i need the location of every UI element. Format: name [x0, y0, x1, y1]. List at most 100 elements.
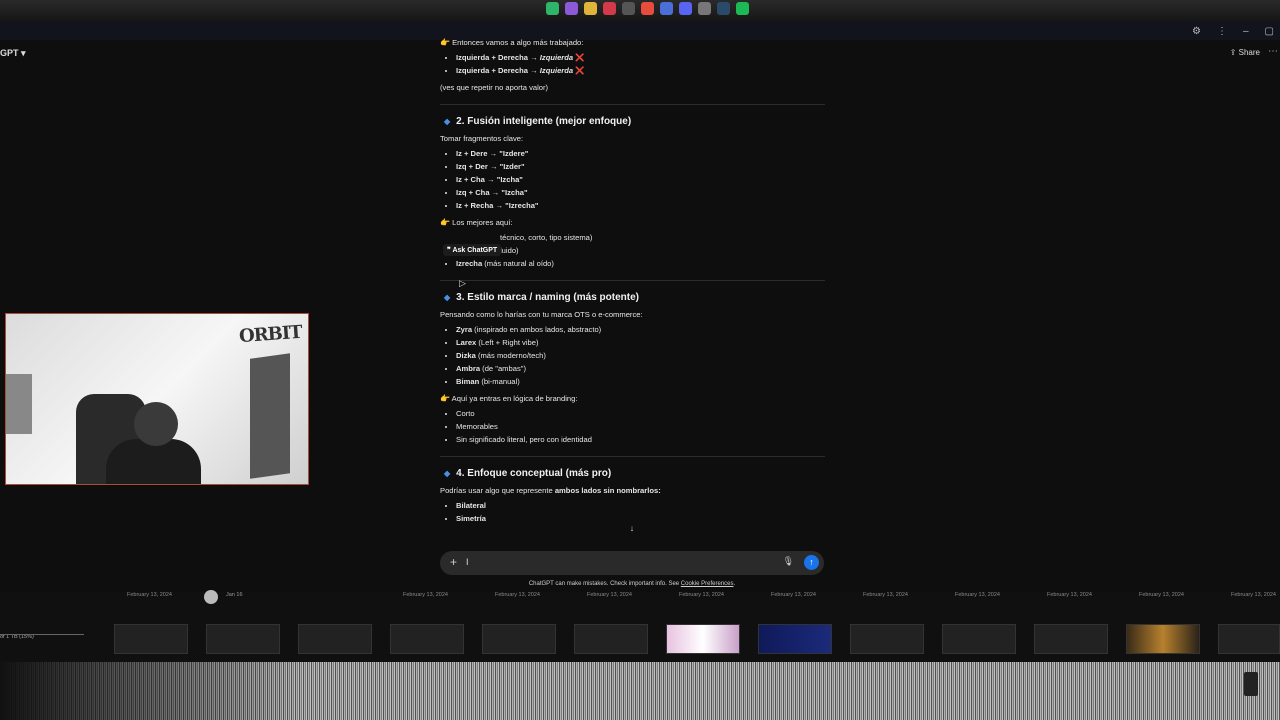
list-item: Corto: [456, 407, 825, 420]
section-lead: Pensando como lo harías con tu marca OTS…: [440, 310, 643, 319]
timeline-thumbnail[interactable]: [482, 624, 556, 654]
timeline-date: February 13, 2024: [403, 592, 448, 598]
timeline-date: February 13, 2024: [127, 592, 172, 598]
avatar: [204, 590, 218, 604]
timeline-date: February 13, 2024: [771, 592, 816, 598]
list-item: Izquierda + Derecha → Izquierda ❌: [456, 64, 825, 77]
model-selector[interactable]: GPT ▾: [0, 48, 26, 59]
monitor: [250, 353, 290, 479]
list-item: Biman (bi-manual): [456, 375, 825, 388]
timeline-date: February 13, 2024: [955, 592, 1000, 598]
cookie-preferences-link[interactable]: Cookie Preferences: [681, 581, 734, 587]
app-icon-blue[interactable]: [660, 2, 673, 15]
list-item: técnico, corto, tipo sistema): [500, 233, 593, 242]
list-item: Izrecha (más natural al oído): [456, 257, 825, 270]
chrome-icon[interactable]: [641, 2, 654, 15]
minimize-icon[interactable]: –: [1243, 26, 1249, 37]
divider: [440, 456, 825, 457]
message-input[interactable]: I: [466, 557, 469, 567]
timeline-date: February 13, 2024: [587, 592, 632, 598]
list-item: Ambra (de "ambas"): [456, 362, 825, 375]
bad-note: (ves que repetir no aporta valor): [440, 83, 549, 92]
section-heading: ◆ 4. Enfoque conceptual (más pro): [444, 468, 612, 479]
list-item: Zyra (inspirado en ambos lados, abstract…: [456, 323, 825, 336]
cross-icon: ❌: [575, 66, 585, 75]
disclaimer: ChatGPT can make mistakes. Check importa…: [528, 581, 736, 587]
maximize-icon[interactable]: ▢: [1265, 26, 1274, 37]
send-button[interactable]: ↑: [804, 555, 819, 570]
divider: [440, 104, 825, 105]
menu-icon[interactable]: ⋮: [1217, 26, 1227, 37]
bad-list: Izquierda + Derecha → Izquierda ❌ Izquie…: [440, 51, 825, 77]
pointing-hand-icon: 👉: [440, 38, 450, 47]
list-item: Iz + Dere → "Izdere": [456, 147, 825, 160]
section-heading: ◆ 3. Estilo marca / naming (más potente): [444, 292, 639, 303]
discord-icon[interactable]: [679, 2, 692, 15]
timeline-thumbnail[interactable]: [850, 624, 924, 654]
list-item: Izq + Der → "Izder": [456, 160, 825, 173]
timeline-thumbnail[interactable]: [298, 624, 372, 654]
timeline-thumbnail[interactable]: [574, 624, 648, 654]
intro-text: 👉 Entonces vamos a algo más trabajado:: [440, 38, 584, 47]
pointing-hand-icon: 👉: [440, 218, 450, 227]
orbit-logo: ORBIT: [238, 321, 303, 348]
divider: [440, 280, 825, 281]
timeline-thumbnail[interactable]: [1034, 624, 1108, 654]
app-icon-red[interactable]: [603, 2, 616, 15]
fusion-list: Iz + Dere → "Izdere" Izq + Der → "Izder"…: [440, 147, 825, 212]
share-button[interactable]: ⇪ Share: [1230, 48, 1260, 57]
scroll-down-icon[interactable]: ↓: [626, 523, 638, 535]
timeline-thumbnail[interactable]: [1218, 624, 1280, 654]
plus-icon[interactable]: +: [450, 555, 457, 569]
timeline-thumbnail[interactable]: [1126, 624, 1200, 654]
conversation: 👉 Entonces vamos a algo más trabajado: I…: [440, 36, 825, 529]
corner-logo-icon: [1244, 672, 1258, 696]
best-text: 👉 Los mejores aquí:: [440, 218, 513, 227]
timeline-thumbnail[interactable]: [942, 624, 1016, 654]
storage-bar: [0, 634, 84, 635]
folder-icon[interactable]: [584, 2, 597, 15]
spotify-icon[interactable]: [736, 2, 749, 15]
app-icon-gray[interactable]: [698, 2, 711, 15]
microphone-icon[interactable]: 🎙: [783, 556, 794, 567]
window-controls: ⚙ ⋮ – ▢: [1192, 26, 1274, 37]
timeline-thumbnail[interactable]: [758, 624, 832, 654]
model-name: GPT: [0, 48, 19, 58]
timeline-thumbnail[interactable]: [390, 624, 464, 654]
shelf: [6, 374, 32, 434]
list-item: Larex (Left + Right vibe): [456, 336, 825, 349]
diamond-icon: ◆: [444, 117, 451, 126]
list-item: Iz + Cha → "Izcha": [456, 173, 825, 186]
share-label: Share: [1238, 48, 1260, 57]
timeline-thumbnail[interactable]: [206, 624, 280, 654]
steam-icon[interactable]: [717, 2, 730, 15]
branding-text: 👉 Aquí ya entras en lógica de branding:: [440, 394, 578, 403]
message-composer[interactable]: + I 🎙 ↑: [440, 551, 824, 575]
list-item: Dizka (más moderno/tech): [456, 349, 825, 362]
diamond-icon: ◆: [444, 293, 451, 302]
app-icon-green[interactable]: [546, 2, 559, 15]
list-item: Memorables: [456, 420, 825, 433]
brand-list: Zyra (inspirado en ambos lados, abstract…: [440, 323, 825, 388]
taskbar-tray: [546, 2, 749, 15]
more-options-icon[interactable]: ⋯: [1268, 46, 1278, 57]
branding-list: Corto Memorables Sin significado literal…: [440, 407, 825, 446]
timeline-thumbnail[interactable]: [666, 624, 740, 654]
ask-chatgpt-button[interactable]: ❞ Ask ChatGPT: [443, 244, 502, 256]
diamond-icon: ◆: [444, 469, 451, 478]
timeline-thumbnail[interactable]: [114, 624, 188, 654]
timeline-strip: February 13, 2024 Jan 16 February 13, 20…: [0, 590, 1280, 662]
list-item: Simetría: [456, 512, 825, 525]
list-item: Iz + Recha → "Izrecha": [456, 199, 825, 212]
list-item: Sin significado literal, pero con identi…: [456, 433, 825, 446]
cross-icon: ❌: [575, 53, 585, 62]
timeline-date: February 13, 2024: [863, 592, 908, 598]
section-lead: Tomar fragmentos clave:: [440, 134, 524, 143]
timeline-date: Jan 16: [226, 592, 243, 598]
extension-icon[interactable]: ⚙: [1192, 26, 1201, 37]
app-icon-purple[interactable]: [565, 2, 578, 15]
app-icon-dark[interactable]: [622, 2, 635, 15]
pointing-hand-icon: 👉: [440, 394, 450, 403]
section-lead: Podrías usar algo que represente ambos l…: [440, 486, 661, 495]
list-item: Izq + Cha → "Izcha": [456, 186, 825, 199]
